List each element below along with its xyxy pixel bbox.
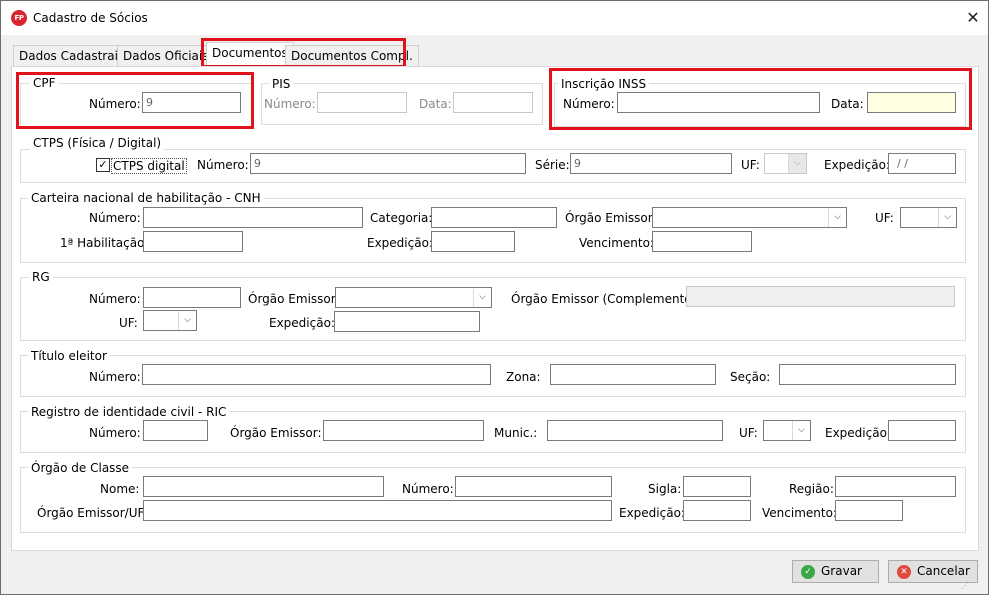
classe-sigla-label: Sigla:	[648, 482, 682, 496]
classe-legend: Órgão de Classe	[28, 461, 133, 475]
cnh-expedicao-input[interactable]	[431, 231, 515, 252]
classe-numero-label: Número:	[402, 482, 454, 496]
rg-orgao-compl-input[interactable]	[686, 286, 955, 307]
ctps-numero-label: Número:	[197, 158, 249, 172]
pis-numero-label: Número:	[264, 97, 316, 111]
classe-vencimento-input[interactable]	[835, 500, 903, 521]
tab-highlight-box	[201, 38, 406, 68]
titulo-secao-input[interactable]	[779, 364, 956, 385]
ctps-uf-select[interactable]: ⌵	[764, 153, 807, 174]
cnh-habilitacao-label: 1ª Habilitação:	[60, 236, 149, 250]
pis-legend: PIS	[269, 77, 294, 91]
close-icon[interactable]: ✕	[959, 5, 987, 31]
titulo-legend: Título eleitor	[28, 349, 110, 363]
rg-orgao-select[interactable]: ⌵	[335, 287, 492, 308]
ctps-digital-label[interactable]: CTPS digital	[111, 158, 187, 174]
cnh-expedicao-label: Expedição:	[367, 236, 433, 250]
ric-expedicao-input[interactable]	[888, 420, 956, 441]
classe-nome-label: Nome:	[100, 482, 140, 496]
classe-orgao-uf-input[interactable]	[143, 500, 612, 521]
cnh-habilitacao-input[interactable]	[143, 231, 243, 252]
chevron-down-icon: ⌵	[473, 288, 491, 307]
tab-dados-cadastrais[interactable]: Dados Cadastrais	[13, 45, 131, 66]
cnh-uf-select[interactable]: ⌵	[900, 207, 957, 228]
dialog-window: FP Cadastro de Sócios ✕ Dados Cadastrais…	[0, 0, 989, 595]
titulo-secao-label: Seção:	[730, 370, 771, 384]
cnh-uf-label: UF:	[875, 211, 894, 225]
check-icon: ✓	[801, 565, 815, 579]
chevron-down-icon: ⌵	[788, 154, 806, 173]
cnh-numero-label: Número:	[89, 211, 141, 225]
ric-uf-label: UF:	[739, 426, 758, 440]
cancelar-button-label: Cancelar	[917, 564, 970, 578]
pis-numero-input[interactable]	[317, 92, 407, 113]
classe-vencimento-label: Vencimento:	[762, 506, 837, 520]
cnh-vencimento-label: Vencimento:	[579, 236, 654, 250]
classe-nome-input[interactable]	[143, 476, 384, 497]
ctps-numero-input[interactable]: 9	[250, 153, 526, 174]
cnh-categoria-label: Categoria:	[370, 211, 433, 225]
pis-data-label: Data:	[419, 97, 452, 111]
gravar-button-label: Gravar	[821, 564, 862, 578]
cnh-vencimento-input[interactable]	[652, 231, 752, 252]
cnh-legend: Carteira nacional de habilitação - CNH	[28, 191, 264, 205]
rg-legend: RG	[29, 270, 53, 284]
ric-uf-select[interactable]: ⌵	[763, 420, 811, 441]
rg-uf-select[interactable]: ⌵	[143, 310, 197, 331]
titulo-numero-input[interactable]	[142, 364, 491, 385]
cnh-orgao-select[interactable]: ⌵	[652, 207, 847, 228]
ctps-serie-input[interactable]: 9	[570, 153, 732, 174]
ric-legend: Registro de identidade civil - RIC	[28, 405, 230, 419]
resize-grip-icon[interactable]: ⋰	[961, 581, 970, 590]
chevron-down-icon: ⌵	[938, 208, 956, 227]
classe-sigla-input[interactable]	[683, 476, 751, 497]
inss-highlight-box	[549, 68, 972, 130]
ric-expedicao-label: Expedição:	[825, 426, 891, 440]
rg-numero-label: Número:	[89, 292, 141, 306]
rg-orgao-label: Órgão Emissor:	[248, 292, 340, 306]
ctps-uf-label: UF:	[741, 158, 760, 172]
cancel-icon: ✕	[897, 565, 911, 579]
ric-orgao-label: Órgão Emissor:	[230, 426, 322, 440]
ric-orgao-input[interactable]	[323, 420, 484, 441]
rg-numero-input[interactable]	[143, 287, 241, 308]
window-title: Cadastro de Sócios	[33, 11, 148, 25]
classe-expedicao-label: Expedição:	[619, 506, 685, 520]
chevron-down-icon: ⌵	[828, 208, 846, 227]
classe-regiao-input[interactable]	[835, 476, 956, 497]
ctps-digital-checkbox[interactable]: ✓	[96, 158, 110, 172]
ric-munic-input[interactable]	[547, 420, 723, 441]
titulo-zona-input[interactable]	[550, 364, 716, 385]
cpf-highlight-box	[16, 72, 254, 129]
cancelar-button[interactable]: ✕ Cancelar	[888, 560, 978, 583]
ric-numero-label: Número:	[89, 426, 141, 440]
ctps-expedicao-label: Expedição:	[824, 158, 890, 172]
chevron-down-icon: ⌵	[178, 311, 196, 330]
chevron-down-icon: ⌵	[792, 421, 810, 440]
ctps-legend: CTPS (Física / Digital)	[30, 136, 165, 150]
rg-uf-label: UF:	[119, 316, 138, 330]
gravar-button[interactable]: ✓ Gravar	[792, 560, 879, 583]
cnh-categoria-input[interactable]	[431, 207, 557, 228]
app-logo-icon: FP	[11, 10, 27, 26]
cnh-orgao-label: Órgão Emissor:	[565, 211, 657, 225]
classe-expedicao-input[interactable]	[683, 500, 751, 521]
pis-data-input[interactable]	[453, 92, 533, 113]
classe-regiao-label: Região:	[789, 482, 834, 496]
classe-orgao-uf-label: Órgão Emissor/UF:	[37, 506, 148, 520]
rg-expedicao-input[interactable]	[334, 311, 480, 332]
titulo-numero-label: Número:	[89, 370, 141, 384]
tab-dados-oficiais[interactable]: Dados Oficiais	[117, 45, 215, 66]
cnh-numero-input[interactable]	[143, 207, 363, 228]
classe-numero-input[interactable]	[455, 476, 612, 497]
ctps-expedicao-input[interactable]: / /	[888, 153, 956, 174]
rg-expedicao-label: Expedição:	[269, 316, 335, 330]
titulo-zona-label: Zona:	[506, 370, 541, 384]
title-bar: FP Cadastro de Sócios ✕	[1, 1, 988, 35]
rg-orgao-compl-label: Órgão Emissor (Complemento):	[511, 292, 701, 306]
ric-numero-input[interactable]	[143, 420, 208, 441]
ctps-serie-label: Série:	[535, 158, 570, 172]
ric-munic-label: Munic.:	[494, 426, 538, 440]
